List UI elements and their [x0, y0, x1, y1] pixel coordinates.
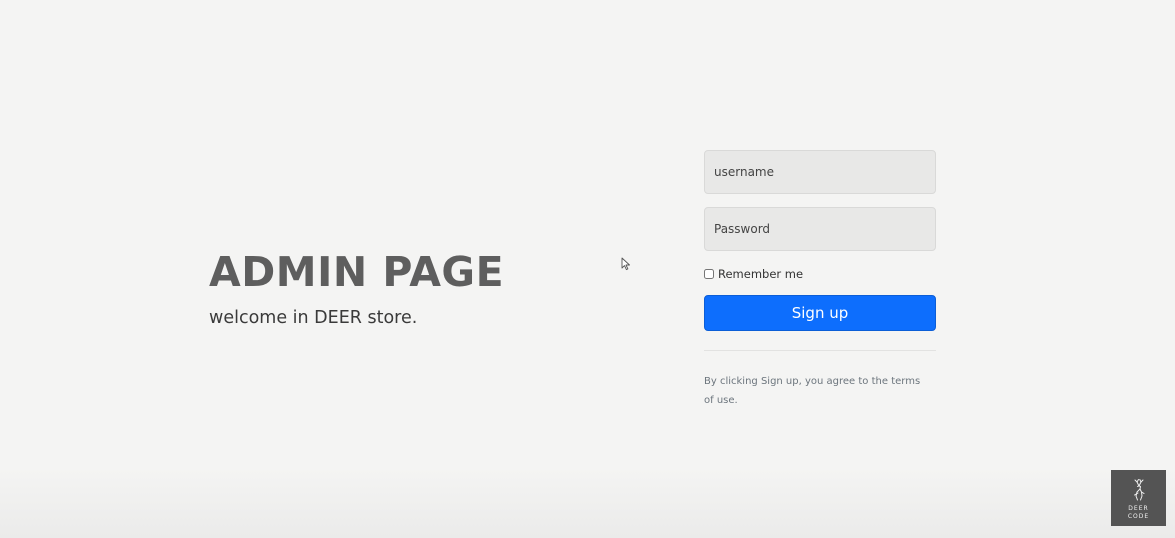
page-title: ADMIN PAGE	[209, 248, 505, 296]
signup-form: Remember me Sign up By clicking Sign up,…	[704, 150, 936, 410]
terms-notice: By clicking Sign up, you agree to the te…	[704, 376, 921, 406]
bottom-gradient	[0, 468, 1175, 538]
remember-me-label: Remember me	[718, 267, 804, 281]
password-input[interactable]	[704, 207, 936, 251]
logo-text: DEER CODE	[1127, 505, 1150, 520]
remember-me-checkbox[interactable]	[704, 269, 714, 279]
sign-up-button[interactable]: Sign up	[704, 295, 936, 331]
remember-me-row[interactable]: Remember me	[704, 267, 936, 281]
username-input[interactable]	[704, 150, 936, 194]
hero-section: ADMIN PAGE welcome in DEER store.	[209, 246, 629, 330]
deer-icon	[1133, 479, 1144, 501]
deer-code-watermark: DEER CODE	[1111, 470, 1166, 526]
mouse-cursor-icon	[621, 257, 630, 271]
form-divider	[704, 350, 936, 351]
page-subtitle: welcome in DEER store.	[209, 308, 418, 328]
